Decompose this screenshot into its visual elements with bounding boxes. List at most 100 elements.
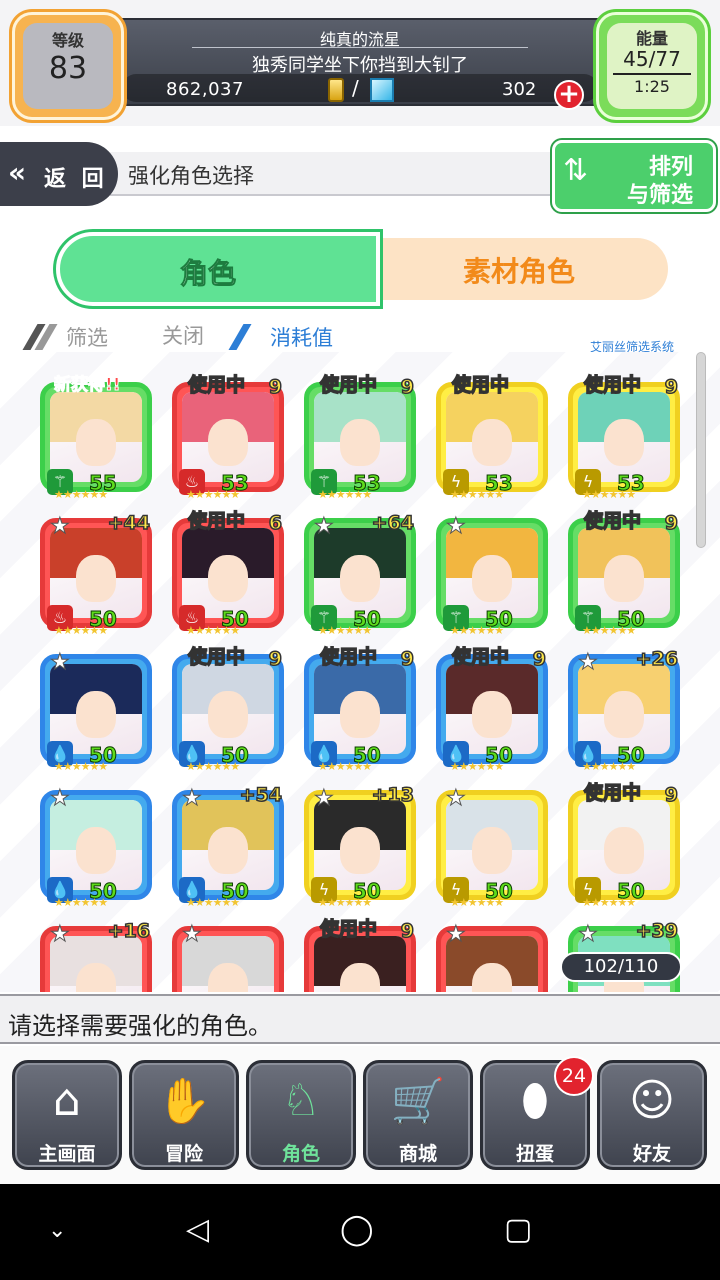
favorite-star-icon[interactable]: ★ — [314, 514, 335, 540]
in-use-tag: 使用中 — [583, 373, 642, 397]
character-card[interactable]: ♨使用中9 — [304, 914, 416, 992]
rabbit-sort-icon: ⇅ — [563, 153, 589, 188]
character-card[interactable]: ⚚ 55 ★★★★★★ 新获得!! — [40, 370, 152, 501]
gem-count: 302 — [502, 79, 537, 100]
favorite-star-icon[interactable]: ★ — [314, 786, 335, 812]
currency-separator: / — [352, 76, 359, 100]
rarity-stars: ★★★★★★ — [54, 624, 108, 637]
portrait-face — [471, 827, 513, 874]
portrait-face — [75, 419, 117, 466]
home-circle-icon[interactable]: ◯ — [340, 1212, 374, 1247]
menu-button-1[interactable]: ⌂ 主画面 — [12, 1060, 122, 1170]
character-card[interactable]: ♨ 53 ★★★★★★ 使用中 9 — [172, 370, 284, 501]
tab-material-characters[interactable]: 素材角色 — [370, 238, 668, 300]
rarity-stars: ★★★★★★ — [186, 896, 240, 909]
recents-square-icon[interactable]: ▢ — [504, 1212, 532, 1247]
card-frame: ϟ 53 — [568, 382, 680, 496]
character-card[interactable]: ⚚ 50 ★★★★★★ 使用中 9 — [568, 506, 680, 637]
favorite-star-icon[interactable]: ★ — [50, 514, 71, 540]
back-button[interactable]: « 返 回 — [0, 142, 118, 206]
character-card[interactable]: ⚚ 50 ★★★★★★ ★ +64 — [304, 506, 416, 637]
system-nav-bar: ⌄ ◁ ◯ ▢ — [0, 1184, 720, 1280]
filter-state[interactable]: 关闭 — [162, 320, 204, 350]
menu-button-label: 扭蛋 — [515, 1143, 554, 1165]
nav-header: 强化角色选择 « 返 回 ⇅ 排列 与筛选 — [0, 140, 720, 212]
in-use-tag: 使用中 — [187, 509, 246, 533]
favorite-star-icon[interactable]: ★ — [578, 650, 599, 676]
chevron-down-icon[interactable]: ⌄ — [48, 1218, 66, 1243]
menu-button-2[interactable]: ✋ 冒险 — [129, 1060, 239, 1170]
portrait-face — [339, 827, 381, 874]
favorite-star-icon[interactable]: ★ — [446, 514, 467, 540]
character-card[interactable]: 💧 50 ★★★★★★ ★ +54 — [172, 778, 284, 909]
card-frame: 💧 50 — [172, 654, 284, 768]
favorite-star-icon[interactable]: ★ — [50, 922, 71, 948]
character-card[interactable]: 💧 50 ★★★★★★ ★ +26 — [568, 642, 680, 773]
favorite-star-icon[interactable]: ★ — [446, 786, 467, 812]
sort-button-label-2: 与筛选 — [627, 183, 694, 208]
back-triangle-icon[interactable]: ◁ — [186, 1212, 209, 1247]
character-card[interactable]: ♨★ — [172, 914, 284, 992]
character-card[interactable]: ϟ 53 ★★★★★★ 使用中 9 — [568, 370, 680, 501]
character-card[interactable]: ϟ 53 ★★★★★★ 使用中 — [436, 370, 548, 501]
energy-panel[interactable]: 能量 45/77 1:25 — [596, 12, 708, 120]
character-card[interactable]: 💧 50 ★★★★★★ 使用中 9 — [436, 642, 548, 773]
coin-count: 862,037 — [166, 79, 244, 100]
bottom-menu: ⌂ 主画面 ✋ 冒险 ♘ 角色 🛒 商城 ⬮ 扭蛋 ☺ 好友 — [0, 1046, 720, 1184]
card-frame: ♨ 53 — [172, 382, 284, 496]
filter-row: 筛选 关闭 消耗值 艾丽丝筛选系统 — [20, 318, 720, 354]
add-gem-button[interactable]: + — [554, 80, 584, 110]
scrollbar[interactable] — [696, 352, 706, 992]
card-count-badge: 102/110 — [560, 952, 682, 982]
page-title-bar: 强化角色选择 — [110, 152, 560, 196]
card-frame: ⚚ 50 — [568, 518, 680, 632]
tab-characters[interactable]: 角色 — [56, 232, 380, 306]
level-label: 等级 — [51, 31, 84, 50]
menu-button-4[interactable]: 🛒 商城 — [363, 1060, 473, 1170]
character-card[interactable]: 💧 50 ★★★★★★ 使用中 9 — [304, 642, 416, 773]
divider — [192, 47, 528, 48]
menu-button-label: 商城 — [398, 1143, 437, 1165]
in-use-tag: 使用中 — [583, 781, 642, 805]
character-card[interactable]: ♨ 50 ★★★★★★ 使用中 6 — [172, 506, 284, 637]
gem-icon — [370, 78, 394, 102]
favorite-star-icon[interactable]: ★ — [50, 786, 71, 812]
character-card[interactable]: ♨★+16 — [40, 914, 152, 992]
in-use-tag: 使用中 — [319, 917, 378, 941]
character-card[interactable]: ♨ 50 ★★★★★★ ★ +44 — [40, 506, 152, 637]
rarity-stars: ★★★★★★ — [450, 624, 504, 637]
player-info-panel[interactable]: 纯真的流星 独秀同学坐下你挡到大钊了 862,037 / 302 + — [110, 18, 610, 110]
character-card[interactable]: ϟ 50 ★★★★★★ ★ — [436, 778, 548, 909]
in-use-tag: 使用中 — [583, 509, 642, 533]
favorite-star-icon[interactable]: ★ — [578, 922, 599, 948]
menu-button-3[interactable]: ♘ 角色 — [246, 1060, 356, 1170]
character-card[interactable]: ϟ 50 ★★★★★★ ★ +13 — [304, 778, 416, 909]
character-card[interactable]: ♨★ — [436, 914, 548, 992]
scrollbar-thumb[interactable] — [696, 352, 706, 548]
energy-divider — [613, 73, 691, 75]
portrait-face — [75, 827, 117, 874]
favorite-star-icon[interactable]: ★ — [182, 786, 203, 812]
plus-value: +16 — [107, 919, 151, 943]
portrait-face — [471, 419, 513, 466]
energy-timer: 1:25 — [634, 77, 670, 96]
cost-sort-label[interactable]: 消耗值 — [270, 322, 333, 352]
character-card[interactable]: 💧 50 ★★★★★★ ★ — [40, 642, 152, 773]
filter-label[interactable]: 筛选 — [66, 322, 108, 352]
in-use-tag: 使用中 — [319, 373, 378, 397]
character-card[interactable]: 💧 50 ★★★★★★ ★ — [40, 778, 152, 909]
character-card[interactable]: 💧 50 ★★★★★★ 使用中 9 — [172, 642, 284, 773]
sort-filter-button[interactable]: ⇅ 排列 与筛选 — [552, 140, 716, 212]
character-card[interactable]: ⚚ 50 ★★★★★★ ★ — [436, 506, 548, 637]
menu-button-label: 好友 — [632, 1143, 671, 1165]
favorite-star-icon[interactable]: ★ — [50, 650, 71, 676]
character-card[interactable]: ϟ 50 ★★★★★★ 使用中 9 — [568, 778, 680, 909]
portrait-face — [75, 555, 117, 602]
rarity-stars: ★★★★★★ — [582, 488, 636, 501]
menu-button-6[interactable]: ☺ 好友 — [597, 1060, 707, 1170]
plus-value: 9 — [664, 783, 679, 807]
character-card[interactable]: ⚚ 53 ★★★★★★ 使用中 9 — [304, 370, 416, 501]
rarity-stars: ★★★★★★ — [54, 488, 108, 501]
favorite-star-icon[interactable]: ★ — [182, 922, 203, 948]
favorite-star-icon[interactable]: ★ — [446, 922, 467, 948]
